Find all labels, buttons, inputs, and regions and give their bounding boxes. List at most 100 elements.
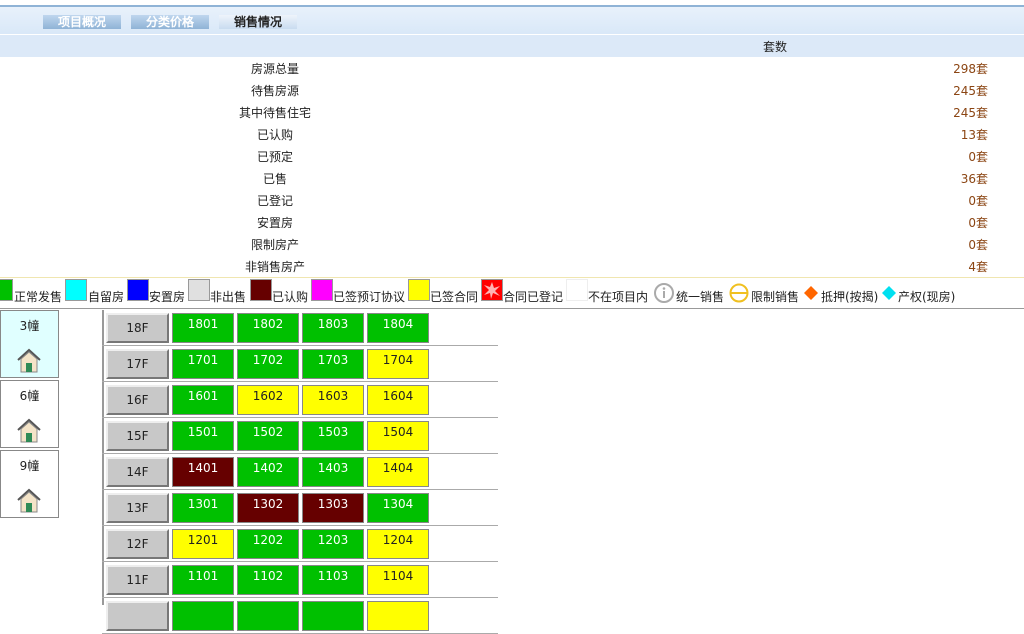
summary-label: 已登记: [256, 194, 293, 208]
unit-cell[interactable]: 1802: [237, 313, 299, 343]
floor-row: 18F 1801 1802 1803 1804: [102, 310, 498, 346]
tab-category-price[interactable]: 分类价格: [131, 15, 209, 29]
legend-swatch-contract-registered: [481, 279, 503, 301]
legend-swatch-normal-sale: [0, 279, 13, 301]
orange-diamond-icon: [804, 286, 818, 300]
unit-cell[interactable]: 1301: [172, 493, 234, 523]
legend-label: 不在项目内: [588, 290, 649, 304]
unit-cell[interactable]: [302, 601, 364, 631]
summary-label: 已售: [262, 172, 287, 186]
unit-cell[interactable]: 1204: [367, 529, 429, 559]
unit-cell[interactable]: 1202: [237, 529, 299, 559]
legend-swatch-subscribed: [250, 279, 272, 301]
unit-cell[interactable]: 1503: [302, 421, 364, 451]
floor-label: 12F: [106, 529, 169, 559]
unit-cell[interactable]: [367, 601, 429, 631]
legend-label: 已签合同: [430, 290, 479, 304]
unit-cell[interactable]: 1201: [172, 529, 234, 559]
legend-label: 非出售: [210, 290, 247, 304]
summary-value: 36套: [960, 172, 988, 186]
summary-label: 房源总量: [250, 62, 299, 76]
summary-row: 已预定 0套: [0, 145, 1024, 167]
building-tab-6[interactable]: 6幢: [0, 380, 59, 448]
house-icon: [17, 348, 41, 373]
floor-row: 15F 1501 1502 1503 1504: [102, 418, 498, 454]
summary-row: 房源总量 298套: [0, 57, 1024, 79]
legend-label: 抵押(按揭): [821, 290, 879, 304]
summary-label: 安置房: [256, 216, 293, 230]
house-icon: [17, 488, 41, 513]
summary-row: 已售 36套: [0, 167, 1024, 189]
building-label: 3幢: [19, 319, 40, 333]
legend-label: 限制销售: [751, 290, 800, 304]
floor-row: 17F 1701 1702 1703 1704: [102, 346, 498, 382]
summary-value: 245套: [953, 106, 988, 120]
unit-cell[interactable]: 1304: [367, 493, 429, 523]
floor-label: 15F: [106, 421, 169, 451]
summary-row: 已认购 13套: [0, 123, 1024, 145]
registered-burst-icon: [484, 282, 500, 299]
unit-cell[interactable]: 1103: [302, 565, 364, 595]
unit-cell[interactable]: 1101: [172, 565, 234, 595]
summary-label: 待售房源: [250, 84, 299, 98]
summary-label: 已预定: [256, 150, 293, 164]
unit-cell[interactable]: 1702: [237, 349, 299, 379]
summary-label: 已认购: [256, 128, 293, 142]
unit-cell[interactable]: 1402: [237, 457, 299, 487]
floor-label: 16F: [106, 385, 169, 415]
summary-value: 298套: [953, 62, 988, 76]
building-tab-9[interactable]: 9幢: [0, 450, 59, 518]
legend-swatch-contract-signed: [408, 279, 430, 301]
legend-label: 统一销售: [676, 290, 725, 304]
summary-label: 其中待售住宅: [238, 106, 311, 120]
tab-sales-status[interactable]: 销售情况: [219, 15, 297, 29]
legend-swatch-not-in-project: [566, 279, 588, 301]
summary-row: 限制房产 0套: [0, 233, 1024, 255]
unit-cell[interactable]: 1603: [302, 385, 364, 415]
unit-cell[interactable]: 1804: [367, 313, 429, 343]
floor-label: 18F: [106, 313, 169, 343]
legend-label: 安置房: [149, 290, 186, 304]
unit-cell[interactable]: 1102: [237, 565, 299, 595]
unit-cell[interactable]: 1602: [237, 385, 299, 415]
legend-swatch-reserved: [65, 279, 87, 301]
legend-label: 产权(现房): [898, 290, 956, 304]
summary-row: 待售房源 245套: [0, 79, 1024, 101]
summary-value: 245套: [953, 84, 988, 98]
summary-value: 0套: [968, 194, 988, 208]
floor-row: 11F 1101 1102 1103 1104: [102, 562, 498, 598]
restricted-circle-icon: [729, 283, 749, 303]
legend-label: 正常发售: [14, 290, 63, 304]
unit-cell[interactable]: [237, 601, 299, 631]
unit-cell[interactable]: 1801: [172, 313, 234, 343]
tab-project-overview[interactable]: 项目概况: [43, 15, 121, 29]
unit-cell[interactable]: 1302: [237, 493, 299, 523]
unit-cell[interactable]: 1401: [172, 457, 234, 487]
unit-cell[interactable]: 1502: [237, 421, 299, 451]
unit-cell[interactable]: 1203: [302, 529, 364, 559]
unit-cell[interactable]: 1404: [367, 457, 429, 487]
floor-row: 12F 1201 1202 1203 1204: [102, 526, 498, 562]
floor-label: [106, 601, 169, 631]
floor-row: 13F 1301 1302 1303 1304: [102, 490, 498, 526]
floor-label: 14F: [106, 457, 169, 487]
unit-cell[interactable]: 1803: [302, 313, 364, 343]
legend-label: 自留房: [88, 290, 125, 304]
unit-cell[interactable]: 1704: [367, 349, 429, 379]
unit-cell[interactable]: 1604: [367, 385, 429, 415]
summary-value: 4套: [968, 260, 988, 274]
unit-cell[interactable]: 1601: [172, 385, 234, 415]
floor-row: [102, 598, 498, 634]
summary-value: 0套: [968, 238, 988, 252]
house-icon: [17, 418, 41, 443]
unit-cell[interactable]: [172, 601, 234, 631]
building-tab-3[interactable]: 3幢: [0, 310, 59, 378]
unit-cell[interactable]: 1701: [172, 349, 234, 379]
unit-cell[interactable]: 1403: [302, 457, 364, 487]
summary-row: 非销售房产 4套: [0, 255, 1024, 277]
unit-cell[interactable]: 1504: [367, 421, 429, 451]
unit-cell[interactable]: 1703: [302, 349, 364, 379]
unit-cell[interactable]: 1501: [172, 421, 234, 451]
unit-cell[interactable]: 1303: [302, 493, 364, 523]
unit-cell[interactable]: 1104: [367, 565, 429, 595]
